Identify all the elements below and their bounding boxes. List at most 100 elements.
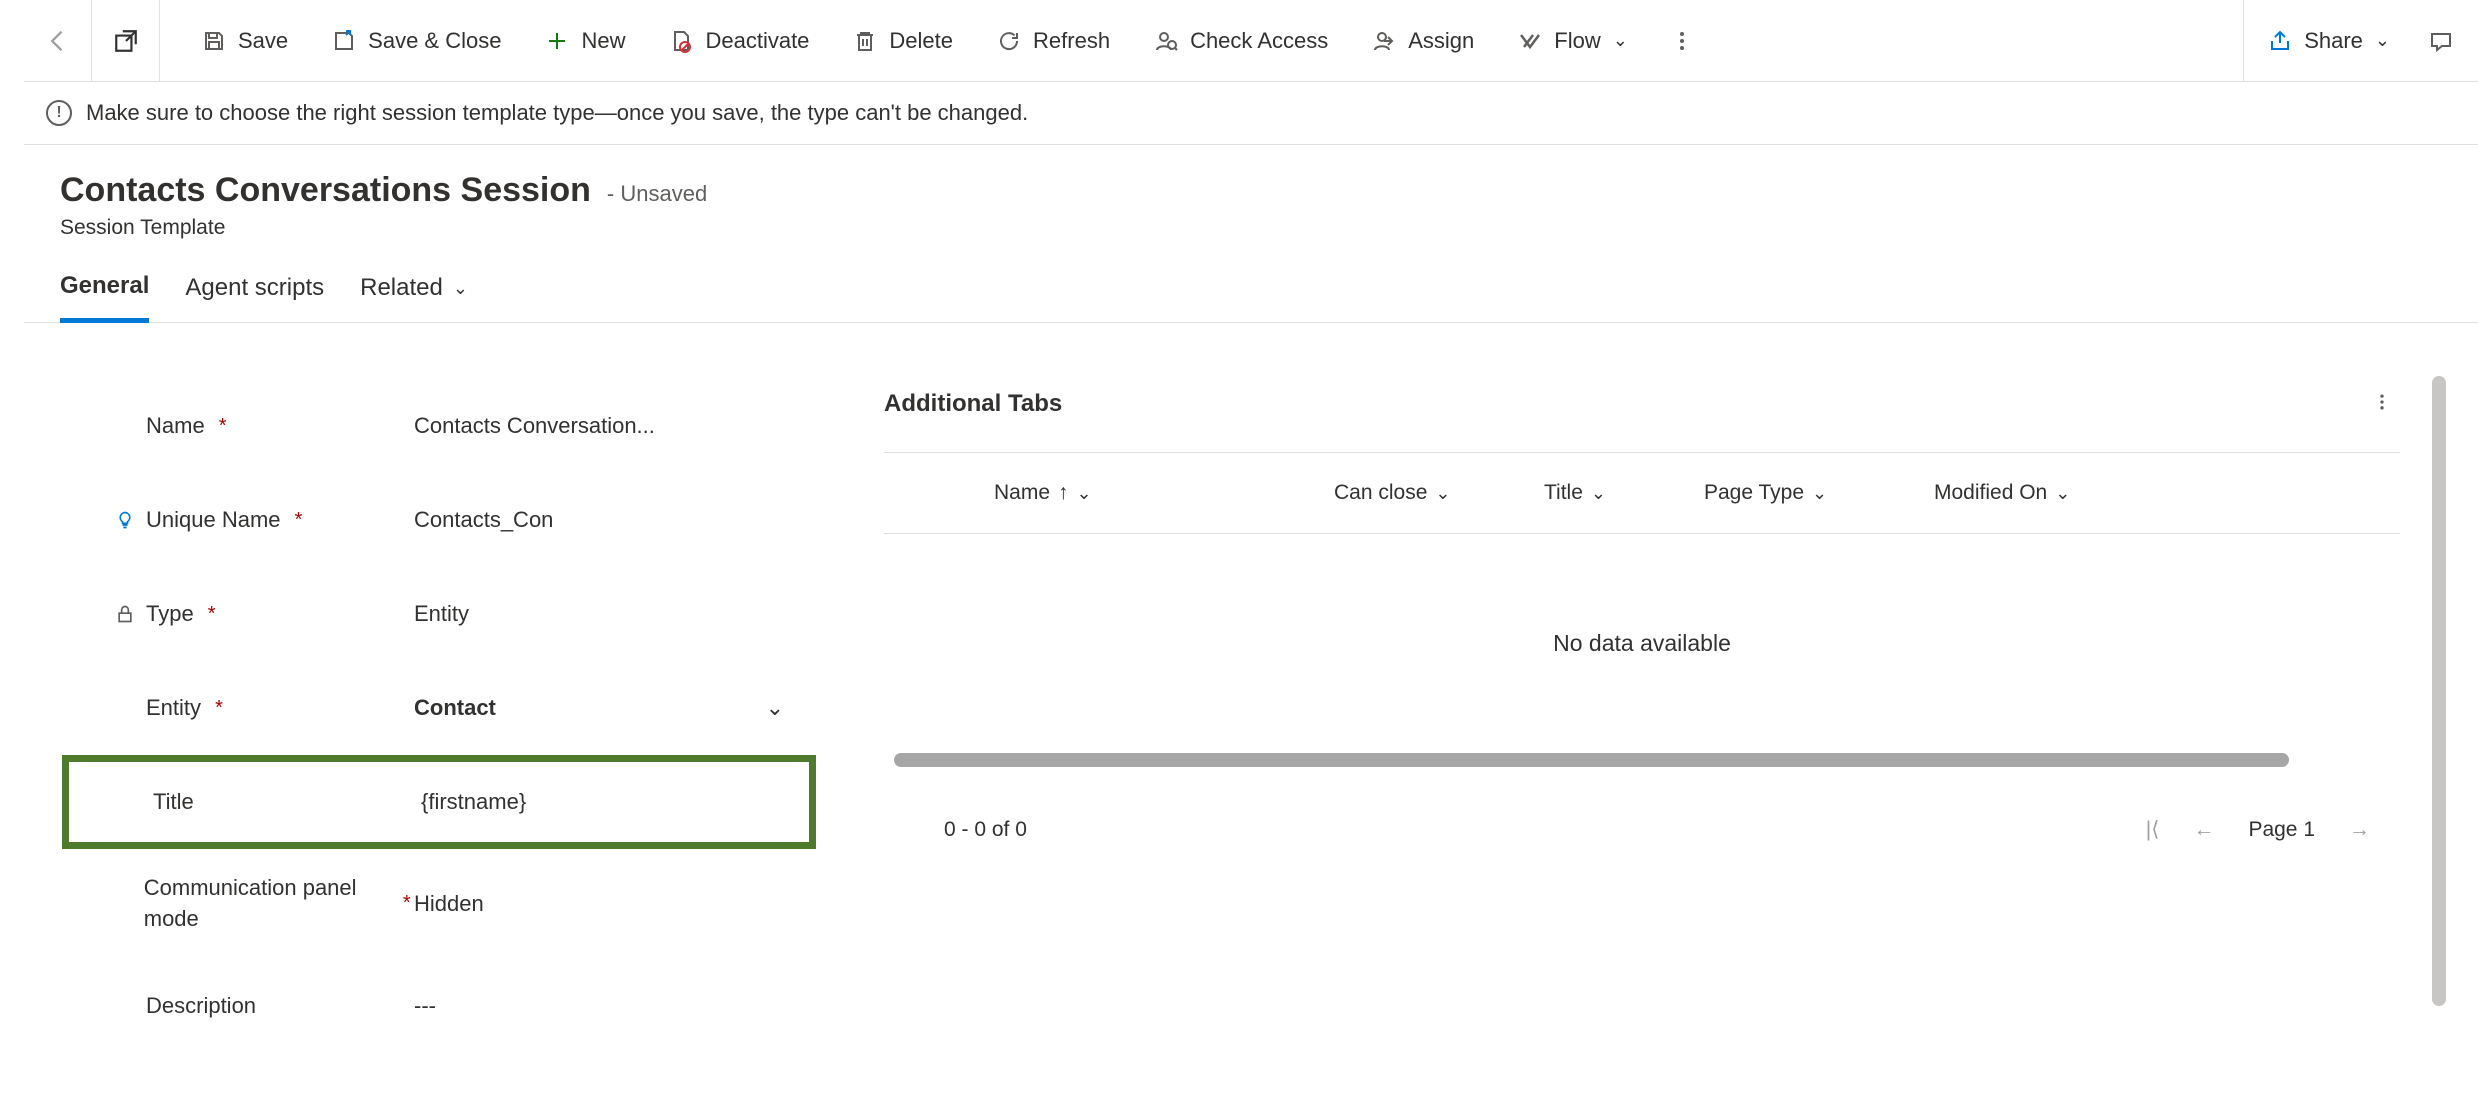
save-icon bbox=[202, 29, 226, 53]
no-data-message: No data available bbox=[884, 534, 2400, 753]
lock-icon bbox=[114, 604, 136, 624]
pager-first-button[interactable]: |⟨ bbox=[2146, 817, 2160, 842]
tab-general[interactable]: General bbox=[60, 272, 149, 323]
chat-icon bbox=[2429, 29, 2453, 53]
flow-label: Flow bbox=[1554, 28, 1600, 54]
field-unique-name[interactable]: Unique Name * Contacts_Con bbox=[54, 473, 824, 567]
column-name[interactable]: Name ↑ ⌄ bbox=[994, 481, 1314, 505]
tab-related[interactable]: Related ⌄ bbox=[360, 272, 468, 322]
grid-more-button[interactable] bbox=[2364, 389, 2400, 418]
required-indicator: * bbox=[211, 697, 227, 720]
new-button[interactable]: New bbox=[523, 0, 647, 81]
chevron-down-icon: ⌄ bbox=[453, 278, 468, 299]
field-label: Unique Name bbox=[146, 507, 281, 533]
refresh-button[interactable]: Refresh bbox=[975, 0, 1132, 81]
delete-label: Delete bbox=[889, 28, 953, 54]
field-type[interactable]: Type * Entity bbox=[54, 567, 824, 661]
back-button[interactable] bbox=[24, 0, 92, 81]
column-title[interactable]: Title ⌄ bbox=[1544, 481, 1684, 505]
field-value: Contacts Conversation... bbox=[414, 413, 784, 439]
more-vertical-icon bbox=[1670, 29, 1694, 53]
share-icon bbox=[2268, 29, 2292, 53]
content-area: Name * Contacts Conversation... Unique N… bbox=[24, 323, 2478, 1114]
chevron-down-icon: ⌄ bbox=[1077, 483, 1092, 504]
column-can-close[interactable]: Can close ⌄ bbox=[1334, 481, 1524, 505]
assign-icon bbox=[1372, 29, 1396, 53]
trash-icon bbox=[853, 29, 877, 53]
popout-button[interactable] bbox=[92, 0, 160, 81]
save-close-button[interactable]: Save & Close bbox=[310, 0, 523, 81]
flow-icon bbox=[1518, 29, 1542, 53]
delete-button[interactable]: Delete bbox=[831, 0, 975, 81]
field-value: Contact bbox=[414, 695, 766, 721]
info-icon: ! bbox=[46, 100, 72, 126]
field-description[interactable]: Description * --- bbox=[54, 959, 824, 1053]
plus-icon bbox=[545, 29, 569, 53]
tab-related-label: Related bbox=[360, 274, 443, 302]
column-label: Name bbox=[994, 481, 1050, 505]
pager-count: 0 - 0 of 0 bbox=[944, 818, 1027, 842]
field-title[interactable]: Title * {firstname} bbox=[62, 755, 816, 849]
form-panel: Name * Contacts Conversation... Unique N… bbox=[54, 359, 824, 1114]
column-label: Can close bbox=[1334, 481, 1427, 505]
chevron-down-icon: ⌄ bbox=[2055, 483, 2070, 504]
deactivate-label: Deactivate bbox=[705, 28, 809, 54]
required-indicator: * bbox=[291, 509, 307, 532]
new-label: New bbox=[581, 28, 625, 54]
share-button[interactable]: Share ⌄ bbox=[2243, 0, 2414, 81]
assistant-button[interactable] bbox=[2414, 0, 2468, 81]
lightbulb-icon bbox=[114, 510, 136, 530]
field-label: Title bbox=[153, 789, 194, 815]
grid-pager: 0 - 0 of 0 |⟨ ← Page 1 → bbox=[884, 797, 2400, 872]
field-label: Entity bbox=[146, 695, 201, 721]
field-name[interactable]: Name * Contacts Conversation... bbox=[54, 379, 824, 473]
pager-next-button[interactable]: → bbox=[2349, 818, 2370, 842]
tab-general-label: General bbox=[60, 272, 149, 300]
check-access-label: Check Access bbox=[1190, 28, 1328, 54]
column-label: Title bbox=[1544, 481, 1583, 505]
check-access-icon bbox=[1154, 29, 1178, 53]
field-label: Communication panel mode bbox=[144, 873, 390, 935]
deactivate-button[interactable]: Deactivate bbox=[647, 0, 831, 81]
field-label: Description bbox=[146, 993, 256, 1019]
additional-tabs-title: Additional Tabs bbox=[884, 390, 1062, 418]
field-entity[interactable]: Entity * Contact ⌄ bbox=[54, 661, 824, 755]
refresh-icon bbox=[997, 29, 1021, 53]
field-value: Hidden bbox=[414, 891, 784, 917]
field-label: Type bbox=[146, 601, 194, 627]
grid-header: Name ↑ ⌄ Can close ⌄ Title ⌄ Page Type ⌄ bbox=[884, 453, 2400, 534]
field-value: --- bbox=[414, 993, 784, 1019]
save-button[interactable]: Save bbox=[180, 0, 310, 81]
field-value: {firstname} bbox=[421, 789, 777, 815]
check-access-button[interactable]: Check Access bbox=[1132, 0, 1350, 81]
save-status: - Unsaved bbox=[607, 181, 707, 207]
column-modified-on[interactable]: Modified On ⌄ bbox=[1934, 481, 2390, 505]
info-bar: ! Make sure to choose the right session … bbox=[24, 82, 2478, 145]
field-value: Entity bbox=[414, 601, 784, 627]
chevron-down-icon: ⌄ bbox=[1613, 30, 1628, 51]
chevron-down-icon: ⌄ bbox=[1812, 483, 1827, 504]
vertical-scrollbar[interactable] bbox=[2432, 376, 2446, 1006]
assign-label: Assign bbox=[1408, 28, 1474, 54]
required-indicator: * bbox=[204, 603, 220, 626]
flow-button[interactable]: Flow ⌄ bbox=[1496, 0, 1650, 81]
save-label: Save bbox=[238, 28, 288, 54]
refresh-label: Refresh bbox=[1033, 28, 1110, 54]
chevron-down-icon: ⌄ bbox=[1435, 483, 1450, 504]
field-communication-panel-mode[interactable]: Communication panel mode * Hidden bbox=[54, 849, 824, 959]
tab-agent-scripts-label: Agent scripts bbox=[185, 274, 324, 302]
column-page-type[interactable]: Page Type ⌄ bbox=[1704, 481, 1914, 505]
overflow-button[interactable] bbox=[1650, 0, 1714, 81]
horizontal-scrollbar[interactable] bbox=[894, 753, 2289, 767]
chevron-down-icon[interactable]: ⌄ bbox=[766, 695, 784, 721]
form-tabs: General Agent scripts Related ⌄ bbox=[24, 240, 2478, 323]
assign-button[interactable]: Assign bbox=[1350, 0, 1496, 81]
tab-agent-scripts[interactable]: Agent scripts bbox=[185, 272, 324, 322]
entity-subtitle: Session Template bbox=[60, 216, 2442, 240]
save-close-icon bbox=[332, 29, 356, 53]
deactivate-icon bbox=[669, 29, 693, 53]
column-label: Modified On bbox=[1934, 481, 2047, 505]
share-label: Share bbox=[2304, 28, 2363, 54]
field-label: Name bbox=[146, 413, 205, 439]
pager-prev-button[interactable]: ← bbox=[2193, 818, 2214, 842]
